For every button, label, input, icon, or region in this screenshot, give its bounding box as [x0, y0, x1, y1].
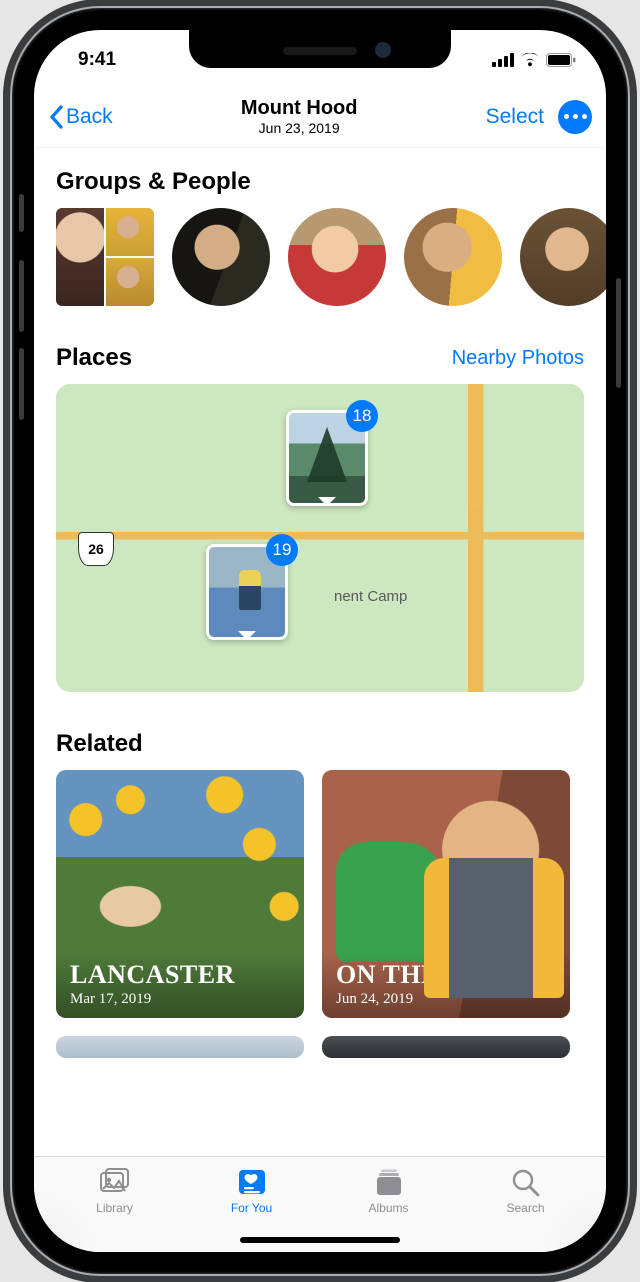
pin-count-badge: 18: [346, 400, 378, 432]
people-row[interactable]: [34, 208, 606, 306]
nav-title-block: Mount Hood Jun 23, 2019: [241, 97, 358, 136]
library-icon: [99, 1167, 131, 1197]
memory-date: Mar 17, 2019: [70, 991, 290, 1008]
search-icon: [510, 1167, 542, 1197]
for-you-icon: [236, 1167, 268, 1197]
person-thumbnail: [56, 208, 104, 306]
tab-label: For You: [231, 1201, 272, 1215]
home-indicator[interactable]: [240, 1237, 400, 1243]
nav-subtitle: Jun 23, 2019: [241, 120, 358, 136]
nearby-photos-link[interactable]: Nearby Photos: [452, 347, 584, 370]
tab-library[interactable]: Library: [55, 1167, 175, 1215]
tab-for-you[interactable]: For You: [192, 1167, 312, 1215]
route-shield: 26: [78, 532, 114, 566]
person-thumbnail: [106, 258, 154, 306]
back-button[interactable]: Back: [48, 105, 113, 129]
person-avatar[interactable]: [172, 208, 270, 306]
chevron-left-icon: [48, 105, 64, 129]
memory-date: Jun 24, 2019: [336, 991, 556, 1008]
map-place-label: nent Camp: [334, 588, 407, 605]
memory-title: ON THE TRAIL: [336, 963, 556, 988]
memory-title: LANCASTER: [70, 963, 290, 988]
person-thumbnail: [106, 208, 154, 256]
places-map[interactable]: 26 nent Camp 18 19: [56, 384, 584, 692]
people-group-tile[interactable]: [56, 208, 154, 306]
people-heading: Groups & People: [56, 168, 251, 196]
related-memory-card[interactable]: [322, 1036, 570, 1058]
pin-count-badge: 19: [266, 534, 298, 566]
person-avatar[interactable]: [404, 208, 502, 306]
map-photo-pin[interactable]: 19: [206, 544, 288, 640]
tab-albums[interactable]: Albums: [329, 1167, 449, 1215]
tab-label: Library: [96, 1201, 133, 1215]
related-memory-card[interactable]: LANCASTER Mar 17, 2019: [56, 770, 304, 1018]
cellular-icon: [492, 53, 514, 67]
tab-bar: Library For You Albums Search: [34, 1156, 606, 1252]
related-memory-card[interactable]: ON THE TRAIL Jun 24, 2019: [322, 770, 570, 1018]
tab-label: Search: [506, 1201, 544, 1215]
person-avatar[interactable]: [288, 208, 386, 306]
wifi-icon: [520, 53, 540, 67]
ellipsis-icon: [564, 114, 569, 119]
nav-title: Mount Hood: [241, 97, 358, 120]
content-scroll[interactable]: Groups & People Places Nearby Photos: [34, 148, 606, 1156]
back-label: Back: [66, 105, 113, 129]
navigation-bar: Back Mount Hood Jun 23, 2019 Select: [34, 86, 606, 148]
tab-search[interactable]: Search: [466, 1167, 586, 1215]
more-button[interactable]: [558, 100, 592, 134]
map-photo-pin[interactable]: 18: [286, 410, 368, 506]
person-avatar[interactable]: [520, 208, 606, 306]
device-notch: [189, 30, 451, 68]
select-button[interactable]: Select: [486, 105, 544, 129]
status-time: 9:41: [64, 45, 116, 71]
related-memory-card[interactable]: [56, 1036, 304, 1058]
albums-icon: [373, 1167, 405, 1197]
places-heading: Places: [56, 344, 132, 372]
battery-icon: [546, 53, 576, 67]
tab-label: Albums: [368, 1201, 408, 1215]
related-heading: Related: [56, 730, 143, 758]
